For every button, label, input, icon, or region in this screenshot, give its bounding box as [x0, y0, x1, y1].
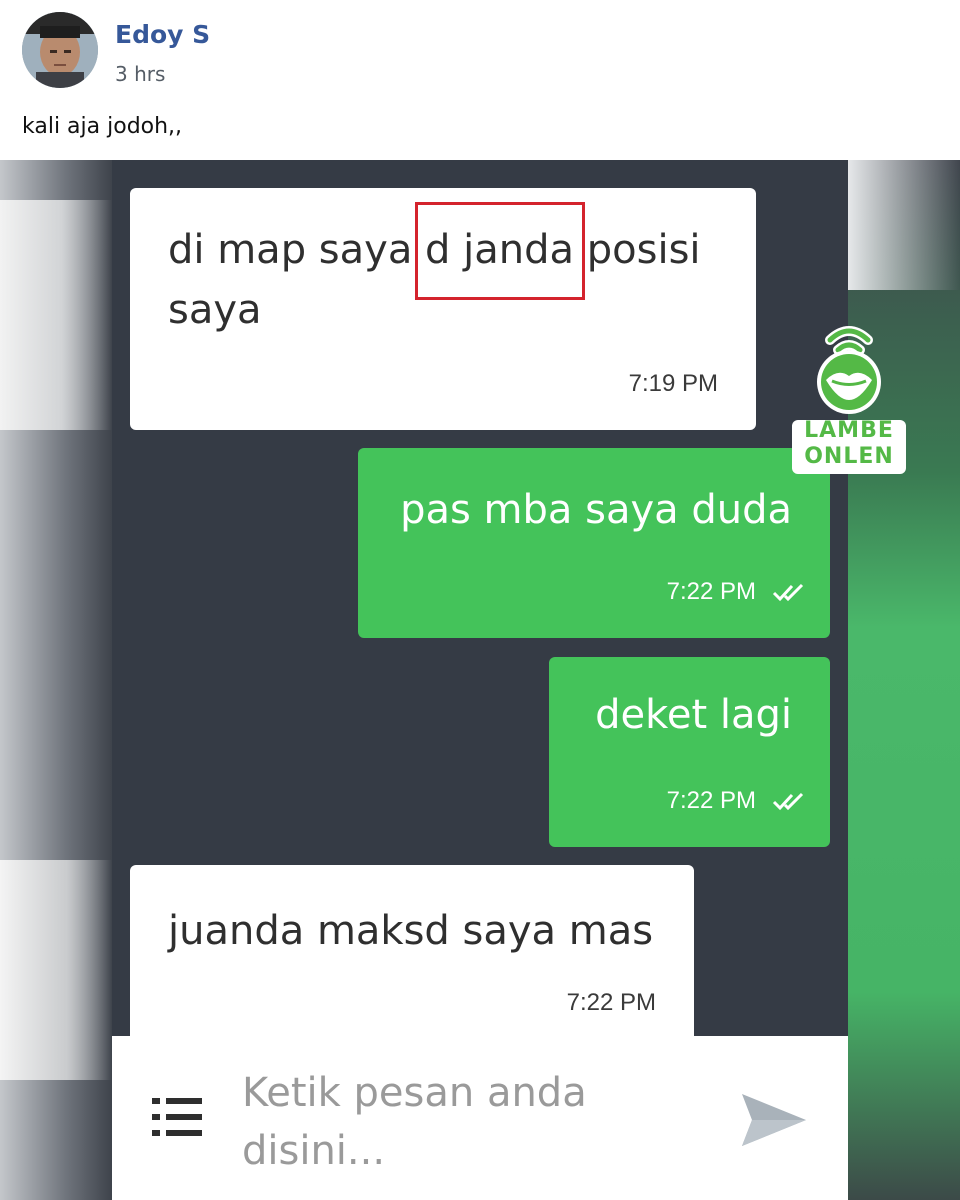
- blurred-background-left: [0, 160, 112, 1200]
- avatar-photo: [22, 12, 98, 88]
- message-time: 7:22 PM: [666, 578, 756, 605]
- message-time: 7:19 PM: [628, 370, 718, 397]
- post-caption: kali aja jodoh,,: [22, 114, 183, 139]
- blurred-background-right: [848, 160, 960, 1200]
- watermark-line2: ONLEN: [804, 444, 894, 469]
- double-check-icon: [772, 583, 804, 602]
- message-text: juanda maksd saya mas: [168, 908, 654, 954]
- message-input-bar: Ketik pesan anda disini...: [112, 1036, 848, 1200]
- message-input[interactable]: Ketik pesan anda disini...: [242, 1064, 682, 1180]
- lambe-onlen-logo: LAMBE ONLEN: [790, 318, 908, 478]
- message-bubble-outgoing[interactable]: deket lagi 7:22 PM: [549, 657, 830, 847]
- message-bubble-incoming[interactable]: di map saya d janda posisi saya 7:19 PM: [130, 188, 756, 430]
- message-text: deket lagi: [595, 692, 792, 738]
- send-icon[interactable]: [740, 1092, 808, 1148]
- double-check-icon: [772, 792, 804, 811]
- post-timestamp[interactable]: 3 hrs: [115, 62, 165, 86]
- message-time: 7:22 PM: [566, 989, 656, 1016]
- highlight-box: [415, 202, 585, 300]
- message-text: pas mba saya duda: [400, 487, 792, 533]
- placeholder-line: disini...: [242, 1128, 386, 1174]
- placeholder-line: Ketik pesan anda: [242, 1070, 587, 1116]
- watermark-line1: LAMBE: [804, 418, 894, 443]
- menu-list-icon[interactable]: [150, 1094, 204, 1142]
- message-bubble-outgoing[interactable]: pas mba saya duda 7:22 PM: [358, 448, 830, 638]
- chat-conversation[interactable]: di map saya d janda posisi saya 7:19 PM …: [112, 160, 848, 1036]
- post-header: Edoy S 3 hrs kali aja jodoh,,: [0, 0, 960, 160]
- author-name[interactable]: Edoy S: [115, 20, 210, 49]
- avatar[interactable]: [22, 12, 98, 88]
- message-bubble-incoming[interactable]: juanda maksd saya mas 7:22 PM: [130, 865, 694, 1036]
- message-time: 7:22 PM: [666, 787, 756, 814]
